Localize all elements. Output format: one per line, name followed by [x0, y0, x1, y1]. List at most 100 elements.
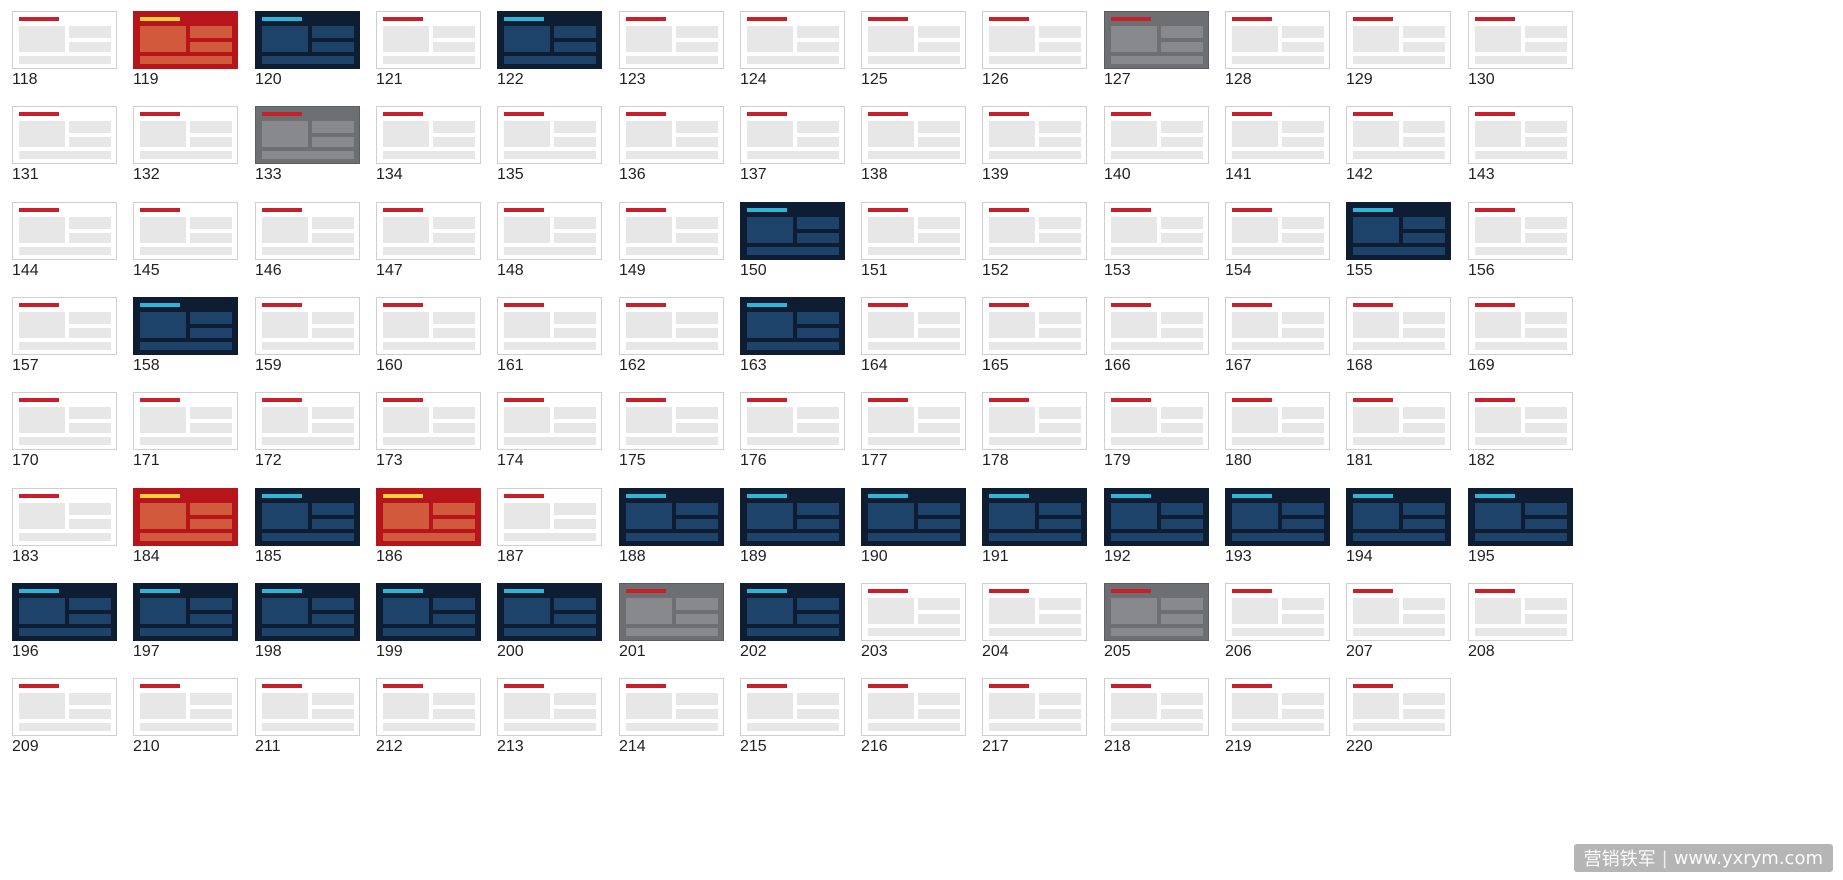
slide-thumbnail-cell[interactable]: 213 — [485, 667, 627, 779]
slide-thumbnail[interactable] — [1225, 202, 1330, 260]
slide-thumbnail[interactable] — [861, 392, 966, 450]
slide-thumbnail[interactable] — [1346, 583, 1451, 641]
slide-thumbnail[interactable] — [133, 488, 238, 546]
slide-thumbnail[interactable] — [497, 202, 602, 260]
slide-thumbnail-cell[interactable]: 208 — [1456, 572, 1598, 684]
slide-thumbnail[interactable] — [982, 392, 1087, 450]
slide-thumbnail[interactable] — [255, 11, 360, 69]
slide-thumbnail[interactable] — [376, 202, 481, 260]
slide-thumbnail[interactable] — [740, 106, 845, 164]
slide-thumbnail[interactable] — [740, 583, 845, 641]
slide-thumbnail[interactable] — [1104, 106, 1209, 164]
slide-thumbnail[interactable] — [1468, 106, 1573, 164]
slide-thumbnail[interactable] — [861, 202, 966, 260]
slide-thumbnail[interactable] — [1346, 392, 1451, 450]
slide-thumbnail[interactable] — [982, 583, 1087, 641]
slide-thumbnail[interactable] — [619, 488, 724, 546]
slide-thumbnail[interactable] — [1104, 392, 1209, 450]
slide-thumbnail[interactable] — [1468, 583, 1573, 641]
slide-thumbnail[interactable] — [982, 297, 1087, 355]
slide-thumbnail[interactable] — [1104, 488, 1209, 546]
slide-thumbnail[interactable] — [1225, 488, 1330, 546]
slide-thumbnail[interactable] — [133, 11, 238, 69]
slide-thumbnail[interactable] — [982, 678, 1087, 736]
slide-thumbnail[interactable] — [619, 297, 724, 355]
slide-thumbnail[interactable] — [497, 297, 602, 355]
slide-thumbnail[interactable] — [376, 488, 481, 546]
slide-thumbnail[interactable] — [982, 488, 1087, 546]
slide-thumbnail[interactable] — [1468, 488, 1573, 546]
slide-thumbnail[interactable] — [1104, 202, 1209, 260]
slide-thumbnail[interactable] — [1104, 11, 1209, 69]
slide-thumbnail[interactable] — [497, 488, 602, 546]
slide-thumbnail[interactable] — [376, 106, 481, 164]
slide-thumbnail[interactable] — [133, 297, 238, 355]
slide-thumbnail[interactable] — [1225, 392, 1330, 450]
slide-thumbnail[interactable] — [1225, 678, 1330, 736]
slide-thumbnail[interactable] — [861, 297, 966, 355]
slide-thumbnail[interactable] — [133, 583, 238, 641]
slide-thumbnail[interactable] — [12, 678, 117, 736]
slide-thumbnail[interactable] — [12, 392, 117, 450]
slide-thumbnail[interactable] — [497, 392, 602, 450]
slide-thumbnail-cell[interactable]: 210 — [121, 667, 263, 779]
slide-thumbnail[interactable] — [133, 106, 238, 164]
slide-thumbnail[interactable] — [1468, 11, 1573, 69]
slide-thumbnail[interactable] — [861, 488, 966, 546]
slide-thumbnail[interactable] — [740, 392, 845, 450]
slide-thumbnail[interactable] — [740, 678, 845, 736]
slide-thumbnail[interactable] — [861, 106, 966, 164]
slide-thumbnail[interactable] — [255, 488, 360, 546]
slide-thumbnail[interactable] — [619, 678, 724, 736]
slide-thumbnail[interactable] — [1468, 202, 1573, 260]
slide-thumbnail[interactable] — [619, 11, 724, 69]
slide-thumbnail[interactable] — [740, 297, 845, 355]
slide-thumbnail[interactable] — [376, 297, 481, 355]
slide-thumbnail[interactable] — [255, 297, 360, 355]
slide-thumbnail-cell[interactable]: 220 — [1334, 667, 1476, 779]
slide-thumbnail[interactable] — [255, 678, 360, 736]
slide-thumbnail-cell[interactable]: 217 — [970, 667, 1112, 779]
slide-thumbnail[interactable] — [1104, 678, 1209, 736]
slide-thumbnail[interactable] — [497, 11, 602, 69]
slide-thumbnail[interactable] — [255, 583, 360, 641]
slide-thumbnail[interactable] — [133, 202, 238, 260]
slide-thumbnail[interactable] — [982, 11, 1087, 69]
slide-thumbnail[interactable] — [1346, 106, 1451, 164]
slide-thumbnail[interactable] — [12, 202, 117, 260]
slide-thumbnail[interactable] — [376, 583, 481, 641]
slide-thumbnail[interactable] — [1225, 583, 1330, 641]
slide-thumbnail[interactable] — [133, 392, 238, 450]
slide-thumbnail[interactable] — [861, 11, 966, 69]
slide-thumbnail[interactable] — [1104, 583, 1209, 641]
slide-thumbnail[interactable] — [497, 678, 602, 736]
slide-thumbnail[interactable] — [12, 583, 117, 641]
slide-thumbnail[interactable] — [619, 392, 724, 450]
slide-thumbnail[interactable] — [982, 202, 1087, 260]
slide-thumbnail[interactable] — [982, 106, 1087, 164]
slide-thumbnail[interactable] — [12, 297, 117, 355]
slide-thumbnail[interactable] — [1346, 297, 1451, 355]
slide-thumbnail[interactable] — [740, 488, 845, 546]
slide-thumbnail[interactable] — [255, 202, 360, 260]
slide-thumbnail[interactable] — [861, 583, 966, 641]
slide-thumbnail[interactable] — [740, 202, 845, 260]
slide-thumbnail[interactable] — [255, 392, 360, 450]
slide-thumbnail[interactable] — [497, 583, 602, 641]
slide-thumbnail[interactable] — [619, 583, 724, 641]
slide-thumbnail[interactable] — [619, 106, 724, 164]
slide-thumbnail[interactable] — [1225, 11, 1330, 69]
slide-thumbnail[interactable] — [1346, 488, 1451, 546]
slide-thumbnail[interactable] — [740, 11, 845, 69]
slide-thumbnail[interactable] — [1346, 678, 1451, 736]
slide-thumbnail[interactable] — [133, 678, 238, 736]
slide-thumbnail[interactable] — [12, 106, 117, 164]
slide-thumbnail[interactable] — [376, 392, 481, 450]
slide-thumbnail[interactable] — [376, 678, 481, 736]
slide-thumbnail[interactable] — [1468, 392, 1573, 450]
slide-thumbnail[interactable] — [376, 11, 481, 69]
slide-thumbnail[interactable] — [255, 106, 360, 164]
slide-thumbnail[interactable] — [1225, 297, 1330, 355]
slide-thumbnail[interactable] — [12, 11, 117, 69]
slide-thumbnail[interactable] — [1104, 297, 1209, 355]
